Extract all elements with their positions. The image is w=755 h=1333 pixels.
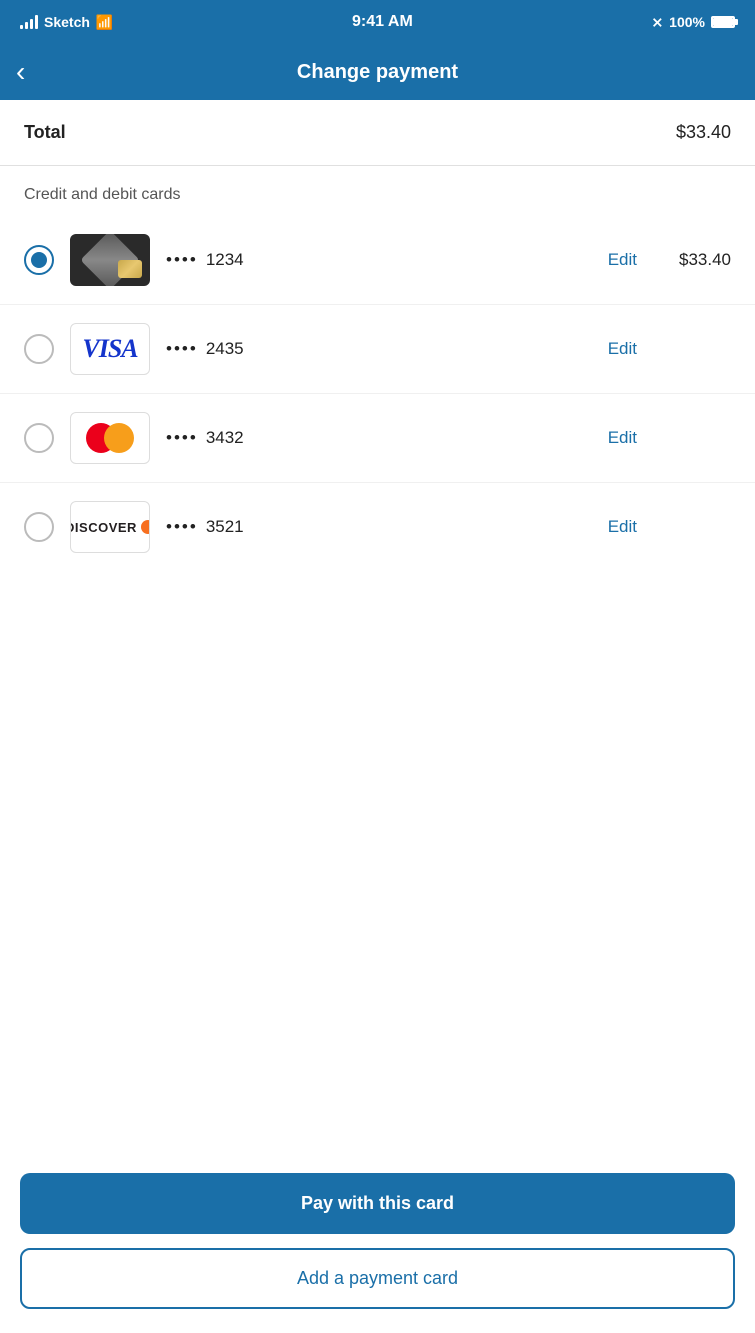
- section-header: Credit and debit cards: [0, 166, 755, 216]
- card-image-4: DISCOVER: [70, 501, 150, 553]
- nav-title: Change payment: [297, 61, 458, 84]
- add-payment-button[interactable]: Add a payment card: [20, 1248, 735, 1309]
- card-list: •••• 1234 Edit $33.40 VISA •••• 2435 Edi…: [0, 216, 755, 591]
- back-button[interactable]: ‹: [16, 50, 37, 94]
- total-label: Total: [24, 122, 66, 143]
- card-info-1: •••• 1234: [166, 250, 584, 270]
- card-last4-4: 3521: [206, 517, 244, 537]
- dark-card-graphic: [70, 234, 150, 286]
- discover-logo: DISCOVER: [70, 520, 150, 535]
- total-amount: $33.40: [676, 122, 731, 143]
- card-edit-2[interactable]: Edit: [600, 335, 645, 363]
- status-time: 9:41 AM: [352, 13, 413, 31]
- card-item-4[interactable]: DISCOVER •••• 3521 Edit: [0, 482, 755, 571]
- card-last4-2: 2435: [206, 339, 244, 359]
- card-info-4: •••• 3521: [166, 517, 584, 537]
- card-info-2: •••• 2435: [166, 339, 584, 359]
- card-item-3[interactable]: •••• 3432 Edit: [0, 393, 755, 482]
- bottom-section: Pay with this card Add a payment card: [0, 1157, 755, 1333]
- radio-card-1[interactable]: [24, 245, 54, 275]
- signal-icon: [20, 15, 38, 29]
- card-dots-1: ••••: [166, 250, 198, 270]
- radio-card-4[interactable]: [24, 512, 54, 542]
- card-dots-3: ••••: [166, 428, 198, 448]
- card-dots-4: ••••: [166, 517, 198, 537]
- card-edit-3[interactable]: Edit: [600, 424, 645, 452]
- card-last4-1: 1234: [206, 250, 244, 270]
- pay-button[interactable]: Pay with this card: [20, 1173, 735, 1234]
- card-amount-1: $33.40: [661, 250, 731, 270]
- card-info-3: •••• 3432: [166, 428, 584, 448]
- status-bar: Sketch 📶 9:41 AM ⨯ 100%: [0, 0, 755, 44]
- card-last4-3: 3432: [206, 428, 244, 448]
- wifi-icon: 📶: [96, 14, 113, 31]
- radio-card-2[interactable]: [24, 334, 54, 364]
- radio-inner-card-1: [31, 252, 47, 268]
- card-image-1: [70, 234, 150, 286]
- status-right: ⨯ 100%: [651, 14, 735, 31]
- battery-icon: [711, 16, 735, 28]
- card-item-1[interactable]: •••• 1234 Edit $33.40: [0, 216, 755, 304]
- battery-percent: 100%: [669, 14, 705, 30]
- card-image-3: [70, 412, 150, 464]
- visa-logo: VISA: [82, 334, 137, 364]
- mastercard-logo: [86, 423, 134, 453]
- card-item-2[interactable]: VISA •••• 2435 Edit: [0, 304, 755, 393]
- radio-card-3[interactable]: [24, 423, 54, 453]
- card-dots-2: ••••: [166, 339, 198, 359]
- discover-dot: [141, 520, 150, 534]
- nav-bar: ‹ Change payment: [0, 44, 755, 100]
- total-section: Total $33.40: [0, 100, 755, 166]
- bluetooth-icon: ⨯: [651, 14, 663, 31]
- status-left: Sketch 📶: [20, 14, 113, 31]
- card-edit-4[interactable]: Edit: [600, 513, 645, 541]
- discover-text: DISCOVER: [70, 520, 137, 535]
- card-image-2: VISA: [70, 323, 150, 375]
- mc-orange-circle: [104, 423, 134, 453]
- dark-card-chip: [118, 260, 142, 278]
- card-edit-1[interactable]: Edit: [600, 246, 645, 274]
- app-name: Sketch: [44, 14, 90, 30]
